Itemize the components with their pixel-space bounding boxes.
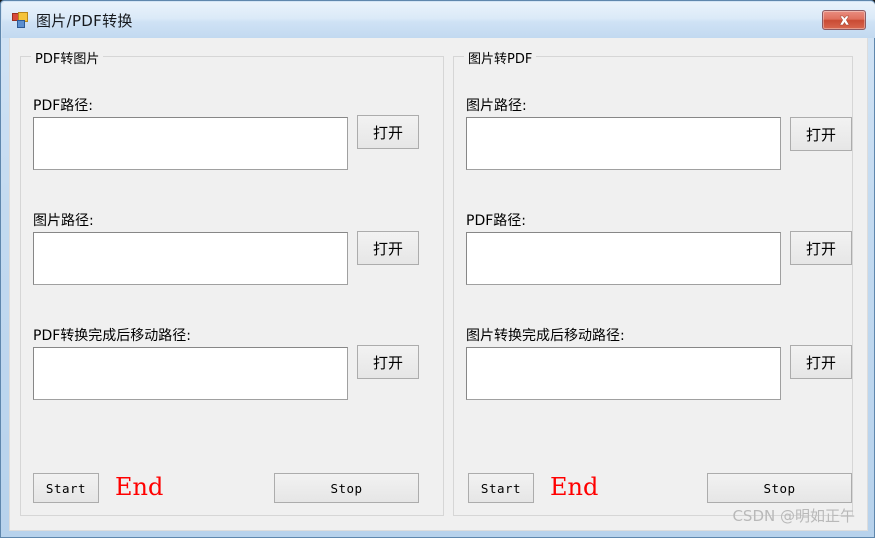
watermark: CSDN @明如正午: [732, 507, 855, 525]
open-button-label: 打开: [805, 239, 836, 258]
open-button-pdf-move-path[interactable]: 打开: [357, 345, 419, 379]
form-client-area: PDF转图片 PDF路径: 打开 图片路径: 打开 PDF转换完成后移动路径: …: [9, 38, 868, 531]
application-window: 图片/PDF转换 PDF转图片 PDF路径: 打开 图片路径: 打开 PDF转换…: [0, 0, 875, 538]
status-label-pdf-to-image: End: [115, 473, 164, 501]
input-image-move-path[interactable]: [466, 347, 781, 400]
close-icon[interactable]: [822, 10, 866, 30]
label-image-path: 图片路径:: [33, 213, 94, 229]
stop-button-label: Stop: [330, 480, 363, 496]
app-icon: [12, 12, 28, 28]
label-pdf-path: PDF路径:: [33, 98, 93, 114]
group-image-to-pdf: 图片转PDF 图片路径: 打开 PDF路径: 打开 图片转换完成后移动路径: 打…: [453, 48, 853, 516]
open-button-label: 打开: [805, 353, 836, 372]
stop-button-pdf-to-image[interactable]: Stop: [274, 473, 419, 503]
start-button-image-to-pdf[interactable]: Start: [468, 473, 534, 503]
window-title: 图片/PDF转换: [36, 11, 133, 30]
title-bar[interactable]: 图片/PDF转换: [2, 2, 875, 38]
open-button-label: 打开: [805, 125, 836, 144]
label-image-path: 图片路径:: [466, 98, 527, 114]
input-pdf-move-path[interactable]: [33, 347, 348, 400]
label-pdf-path: PDF路径:: [466, 213, 526, 229]
group-title-image-to-pdf: 图片转PDF: [464, 48, 537, 67]
group-title-pdf-to-image: PDF转图片: [31, 48, 104, 67]
open-button-label: 打开: [372, 123, 403, 142]
open-button-pdf-path[interactable]: 打开: [790, 231, 852, 265]
start-button-pdf-to-image[interactable]: Start: [33, 473, 99, 503]
status-label-image-to-pdf: End: [550, 473, 599, 501]
open-button-label: 打开: [372, 353, 403, 372]
open-button-image-path[interactable]: 打开: [357, 231, 419, 265]
input-pdf-path[interactable]: [466, 232, 781, 285]
open-button-image-path[interactable]: 打开: [790, 117, 852, 151]
open-button-image-move-path[interactable]: 打开: [790, 345, 852, 379]
input-pdf-path[interactable]: [33, 117, 348, 170]
input-image-path[interactable]: [33, 232, 348, 285]
start-button-label: Start: [480, 480, 522, 496]
start-button-label: Start: [45, 480, 87, 496]
open-button-pdf-path[interactable]: 打开: [357, 115, 419, 149]
label-pdf-move-path: PDF转换完成后移动路径:: [33, 328, 191, 344]
close-glyph: [838, 15, 850, 25]
stop-button-image-to-pdf[interactable]: Stop: [707, 473, 852, 503]
open-button-label: 打开: [372, 239, 403, 258]
label-image-move-path: 图片转换完成后移动路径:: [466, 328, 625, 344]
stop-button-label: Stop: [763, 480, 796, 496]
input-image-path[interactable]: [466, 117, 781, 170]
group-pdf-to-image: PDF转图片 PDF路径: 打开 图片路径: 打开 PDF转换完成后移动路径: …: [20, 48, 444, 516]
